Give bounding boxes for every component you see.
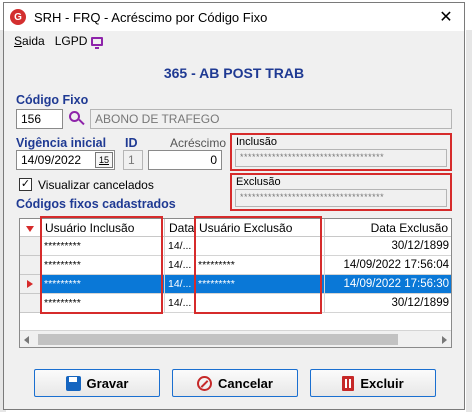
table-row[interactable]: ********* 14/... 30/12/1899: [20, 237, 451, 256]
codigos-fixos-grid[interactable]: Usuário Inclusão Data Usuário Exclusão D…: [19, 218, 452, 348]
cancel-icon: [197, 375, 213, 391]
search-icon[interactable]: [68, 110, 86, 128]
codigo-fixo-description: ABONO DE TRAFEGO: [90, 109, 452, 129]
scrollbar-thumb[interactable]: [38, 334, 398, 345]
table-row[interactable]: ********* 14/... 30/12/1899: [20, 294, 451, 313]
exclusao-field: ************************************: [235, 189, 447, 207]
app-logo-icon: G: [10, 9, 26, 25]
cell-usuario-inclusao: *********: [41, 275, 165, 294]
cell-usuario-exclusao: *********: [195, 275, 325, 294]
menu-saida[interactable]: Saida: [14, 34, 45, 48]
title-bar: G SRH - FRQ - Acréscimo por Código Fixo …: [4, 3, 464, 31]
scroll-right-icon[interactable]: [442, 336, 447, 344]
excluir-label: Excluir: [360, 375, 404, 391]
cell-usuario-inclusao: *********: [41, 237, 165, 256]
id-label: ID: [125, 136, 138, 150]
close-icon[interactable]: ✕: [436, 7, 456, 27]
cell-data: 14/...: [165, 237, 195, 256]
col-data-exclusao[interactable]: Data Exclusão: [325, 219, 451, 237]
inclusao-field: ************************************: [235, 149, 447, 167]
cell-usuario-exclusao: [195, 237, 325, 256]
menu-lgpd-label: LGPD: [54, 34, 88, 48]
scroll-left-icon[interactable]: [24, 336, 29, 344]
window-title: SRH - FRQ - Acréscimo por Código Fixo: [34, 9, 268, 25]
inclusao-label: Inclusão: [236, 136, 277, 148]
menu-saida-rest: aida: [22, 34, 45, 48]
vigencia-date-value: 14/09/2022: [21, 153, 82, 167]
grid-section-label: Códigos fixos cadastrados: [16, 197, 176, 211]
cancelar-button[interactable]: Cancelar: [172, 369, 298, 397]
sort-down-icon: [26, 226, 34, 232]
excluir-button[interactable]: Excluir: [310, 369, 436, 397]
row-indicator: [20, 237, 41, 256]
current-row-arrow-icon: [27, 280, 33, 288]
cell-data-exclusao: 14/09/2022 17:56:30: [325, 275, 451, 294]
codigo-fixo-label: Código Fixo: [16, 93, 89, 107]
table-row-selected[interactable]: ********* 14/... ********* 14/09/2022 17…: [20, 275, 451, 294]
trash-icon: [342, 375, 355, 391]
row-indicator: [20, 294, 41, 313]
horizontal-scrollbar[interactable]: [20, 330, 451, 347]
vigencia-label: Vigência inicial: [16, 136, 107, 150]
visualizar-cancelados-checkbox[interactable]: ✓: [19, 178, 32, 191]
cell-data: 14/...: [165, 294, 195, 313]
background-window-edge-right: [466, 30, 472, 412]
dialog-window: G SRH - FRQ - Acréscimo por Código Fixo …: [3, 2, 465, 410]
menu-saida-mnemonic: S: [14, 34, 23, 48]
table-row[interactable]: ********* 14/... ********* 14/09/2022 17…: [20, 256, 451, 275]
cell-data-exclusao: 30/12/1899: [325, 294, 451, 313]
gravar-label: Gravar: [86, 375, 129, 391]
page-title: 365 - AB POST TRAB: [163, 65, 305, 81]
row-indicator: [20, 256, 41, 275]
menu-bar: Saida LGPD: [4, 31, 464, 51]
calendar-icon[interactable]: 15: [95, 152, 113, 168]
save-icon: [65, 375, 81, 391]
acrescimo-label: Acréscimo: [170, 136, 227, 150]
menu-lgpd[interactable]: LGPD: [54, 34, 104, 49]
col-usuario-inclusao[interactable]: Usuário Inclusão: [41, 219, 165, 237]
gravar-button[interactable]: Gravar: [34, 369, 160, 397]
cell-data: 14/...: [165, 275, 195, 294]
monitor-icon: [91, 36, 104, 49]
row-indicator: [20, 275, 41, 294]
cell-usuario-exclusao: *********: [195, 256, 325, 275]
id-input: 1: [123, 150, 143, 170]
exclusao-label: Exclusão: [236, 176, 281, 188]
codigo-fixo-input[interactable]: 156: [16, 109, 63, 129]
search-icon-handle: [78, 118, 85, 126]
col-data[interactable]: Data: [165, 219, 195, 237]
cancelar-label: Cancelar: [218, 375, 273, 391]
grid-sort-header[interactable]: [20, 219, 41, 237]
col-usuario-exclusao[interactable]: Usuário Exclusão: [195, 219, 325, 237]
cell-usuario-exclusao: [195, 294, 325, 313]
cell-data-exclusao: 30/12/1899: [325, 237, 451, 256]
visualizar-cancelados-label[interactable]: Visualizar cancelados: [38, 178, 154, 192]
cell-usuario-inclusao: *********: [41, 294, 165, 313]
cell-data-exclusao: 14/09/2022 17:56:04: [325, 256, 451, 275]
cell-data: 14/...: [165, 256, 195, 275]
acrescimo-input[interactable]: 0: [148, 150, 222, 170]
cell-usuario-inclusao: *********: [41, 256, 165, 275]
